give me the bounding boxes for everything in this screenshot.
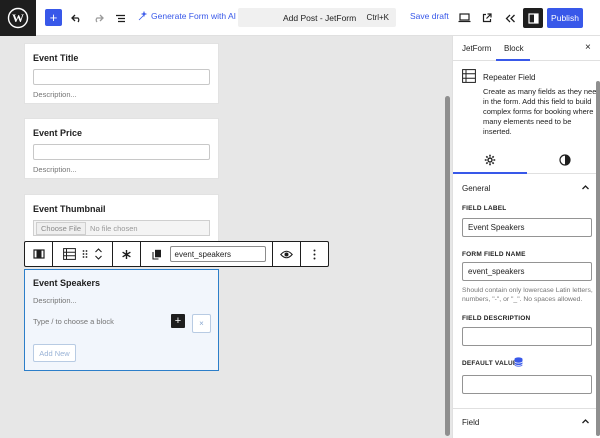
scrollbar-thumb[interactable] [596,81,600,436]
panel-divider [453,408,600,409]
publish-button[interactable]: Publish [547,8,583,28]
field-description: Description... [33,165,77,174]
gear-icon[interactable] [484,154,496,166]
number-input-preview[interactable] [33,144,210,160]
event-thumbnail-field-block[interactable]: Event Thumbnail Choose File No file chos… [24,194,219,242]
device-preview-icon[interactable] [456,8,472,28]
repeater-title: Event Speakers [33,278,101,288]
field-title: Event Title [33,53,79,63]
half-circle-icon[interactable] [559,154,571,166]
magic-wand-icon [138,11,148,21]
parent-block-icon [32,249,45,259]
active-tab-indicator [496,59,530,61]
canvas-scrollbar[interactable] [445,38,450,436]
drag-handle-icon[interactable] [82,249,88,259]
field-label-input[interactable]: Event Speakers [462,218,592,237]
copy-icon[interactable] [151,249,162,260]
move-up-down-icon[interactable] [94,247,103,261]
parent-block-selector[interactable] [25,242,53,266]
field-description-input[interactable] [462,327,592,346]
sidebar-tabs: JetForm Block × [453,36,600,61]
form-field-name-input[interactable]: event_speakers [462,262,592,281]
settings-sidebar: JetForm Block × Repeater Field Create as… [452,36,600,438]
document-title: Add Post - JetForm [283,13,357,23]
block-appender-placeholder[interactable]: Type / to choose a block [33,317,114,326]
repeater-block-icon [462,69,476,83]
repeater-description: Description... [33,296,77,305]
block-description: Create as many fields as they need in th… [483,87,600,136]
settings-sidebar-toggle[interactable] [523,8,543,28]
default-value-input[interactable] [462,375,592,394]
field-panel-heading[interactable]: Field [462,418,479,427]
chevron-up-icon[interactable] [581,183,590,192]
field-description-caption: FIELD DESCRIPTION [462,315,531,322]
file-input-preview[interactable]: Choose File No file chosen [33,220,210,236]
tab-block[interactable]: Block [504,44,524,53]
field-title: Event Thumbnail [33,204,106,214]
default-value-caption: DEFAULT VALUE [462,360,518,367]
external-link-icon[interactable] [479,8,495,28]
shortcut-hint: Ctrl+K [366,13,389,22]
text-input-preview[interactable] [33,69,210,85]
choose-file-button[interactable]: Choose File [36,221,87,235]
block-options-button[interactable] [301,242,328,266]
block-name: Repeater Field [483,73,536,82]
active-subtab-indicator [453,172,527,174]
repeater-field-block[interactable]: Event Speakers Description... Type / to … [24,269,219,371]
event-price-field-block[interactable]: Event Price Description... [24,118,219,179]
close-sidebar-button[interactable]: × [585,42,591,53]
redo-icon[interactable] [90,8,106,28]
insert-block-button[interactable]: + [171,314,185,328]
sidebar-icon [527,12,539,24]
command-palette-bar[interactable]: Add Post - JetForm Ctrl+K [238,8,396,27]
scrollbar-thumb[interactable] [445,96,450,436]
field-name-group: event_speakers [141,242,273,266]
save-draft-button[interactable]: Save draft [410,11,449,21]
document-overview-icon[interactable] [112,8,128,28]
wordpress-logo-icon[interactable]: W [0,0,36,36]
undo-icon[interactable] [68,8,84,28]
database-icon[interactable] [514,357,523,367]
add-new-button[interactable]: Add New [33,344,76,362]
more-vertical-icon [313,249,316,259]
field-label-caption: FIELD LABEL [462,205,507,212]
svg-text:W: W [12,11,24,25]
generate-form-label: Generate Form with AI [151,11,237,21]
sidebar-scrollbar[interactable] [596,81,600,438]
form-field-name-caption: FORM FIELD NAME [462,251,526,258]
collapse-chevrons-icon[interactable] [502,8,518,28]
tab-jetform[interactable]: JetForm [462,44,491,53]
form-field-name-help: Should contain only lowercase Latin lett… [462,287,593,303]
block-mover-group [53,242,113,266]
file-status: No file chosen [90,223,138,233]
block-toolbar: event_speakers [24,241,329,267]
eye-icon [280,250,293,258]
required-toggle[interactable] [113,242,141,266]
add-block-button[interactable]: + [45,9,62,26]
editor-canvas: Event Title Description... Event Price D… [0,36,452,438]
visibility-toggle[interactable] [273,242,301,266]
generate-form-ai-button[interactable]: Generate Form with AI [138,11,236,21]
chevron-up-icon[interactable] [581,417,590,426]
top-toolbar: W + Generate Form with AI Add Post - Jet… [0,0,600,36]
asterisk-icon [122,249,131,259]
remove-row-button[interactable]: × [192,314,211,333]
event-title-field-block[interactable]: Event Title Description... [24,43,219,104]
inspector-tabs [453,146,600,174]
repeater-block-icon[interactable] [62,248,76,260]
general-panel-heading[interactable]: General [462,184,490,193]
field-description: Description... [33,90,77,99]
field-name-input[interactable]: event_speakers [169,246,266,262]
field-title: Event Price [33,128,83,138]
